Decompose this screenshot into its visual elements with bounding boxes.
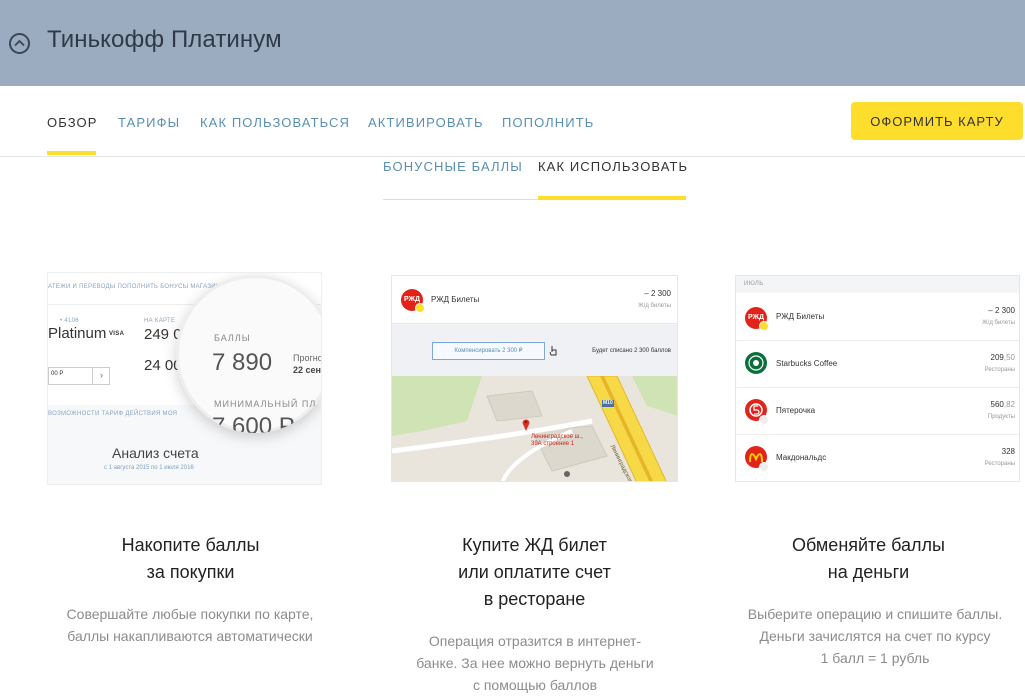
collapse-chevron-icon[interactable]: [9, 33, 30, 54]
bonus-coin-icon: [759, 462, 769, 472]
amount-decimal: ,82: [1003, 400, 1015, 409]
card-3-title-line-1: Обменяйте баллы: [792, 535, 945, 555]
card-1-text: Совершайте любые покупки по карте, баллы…: [40, 603, 340, 647]
hand-cursor-icon: [549, 346, 557, 356]
visa-logo: VISA: [109, 331, 125, 337]
compensate-panel: Компенсировать 2 300 ₽ Будет списано 2 3…: [392, 325, 677, 376]
card-number: • 4106: [60, 318, 79, 324]
card-name: Platinum: [48, 325, 107, 342]
subtabs: Бонусные баллы Как использовать: [383, 157, 688, 200]
card-2-text-line-2: банке. За нее можно вернуть деньги: [416, 655, 654, 671]
location-map: M10 Ленинградское ш., 39А строение 1 Лен…: [392, 376, 677, 481]
amount-input-value: 00 Р: [51, 371, 64, 377]
min-payment-label: МИНИМАЛЬНЫЙ ПЛАТ: [214, 399, 322, 409]
account-screenshot: АТЕЖИ И ПЕРЕВОДЫ ПОПОЛНИТЬ БОНУСЫ МАГАЗИ…: [47, 272, 322, 485]
starbucks-logo-icon: [745, 352, 767, 374]
card-3-title: Обменяйте баллы на деньги: [735, 532, 1002, 586]
list-item[interactable]: Макдональдс 328 Рестораны: [736, 435, 1019, 481]
card-3-text-line-3: 1 балл = 1 рубль: [820, 650, 930, 666]
operation-amount: 209,50: [991, 353, 1015, 362]
merchant-name: Пятерочка: [776, 406, 816, 415]
tabs-row: ВОЗМОЖНОСТИ ТАРИФ ДЕЙСТВИЯ МОЯ: [48, 411, 178, 417]
page-title: Тинькофф Платинум: [47, 26, 282, 53]
rzd-payment-screenshot: РЖД РЖД Билеты – 2 300 Ж/д билеты Компен…: [391, 275, 678, 482]
top-header: Тинькофф Платинум: [0, 0, 1025, 86]
list-item[interactable]: Starbucks Coffee 209,50 Рестораны: [736, 341, 1019, 388]
order-card-button[interactable]: Оформить карту: [851, 102, 1023, 140]
merchant-name: РЖД Билеты: [776, 312, 825, 321]
card-3-text-line-2: Деньги зачислятся на счет по курсу: [759, 628, 991, 644]
card-2-text-line-3: с помощью баллов: [472, 677, 598, 693]
operation-category: Рестораны: [984, 461, 1015, 467]
card-1-text-line-1: Совершайте любые покупки по карте,: [66, 606, 314, 622]
card-1-title: Накопите баллы за покупки: [47, 532, 334, 586]
bonus-coin-icon: [415, 303, 425, 313]
amount-integer: 560: [990, 400, 1004, 409]
amount-integer: 209: [990, 353, 1004, 362]
map-address-line-2: 39А строение 1: [531, 441, 575, 447]
card-2-title: Купите ЖД билет или оплатите счет в рест…: [391, 532, 678, 613]
subtab-bonus-points[interactable]: Бонусные баллы: [383, 159, 523, 174]
operation-amount: – 2 300: [988, 306, 1015, 315]
operations-list-screenshot: ИЮЛЬ РЖД РЖД Билеты – 2 300 Ж/д билеты S…: [735, 275, 1020, 482]
operation-category: Рестораны: [984, 367, 1015, 373]
operation-category: Ж/д билеты: [982, 320, 1015, 326]
merchant-name: РЖД Билеты: [431, 295, 480, 304]
min-payment-value: 7 600 Р: [212, 413, 295, 433]
list-item[interactable]: Пятерочка 560,82 Продукты: [736, 388, 1019, 435]
tab-tariffs[interactable]: Тарифы: [118, 115, 180, 130]
subtab-how-to-use[interactable]: Как использовать: [538, 159, 688, 174]
points-written-off: Будет списано 2 300 баллов: [592, 348, 671, 354]
forecast-date: 22 сен –: [293, 365, 321, 375]
forecast-label: Прогноз: [293, 353, 321, 363]
card-1-title-line-1: Накопите баллы: [121, 535, 260, 555]
card-2-title-line-3: в ресторане: [483, 589, 586, 609]
on-card-label: НА КАРТЕ: [144, 318, 176, 324]
menu-row: АТЕЖИ И ПЕРЕВОДЫ ПОПОЛНИТЬ БОНУСЫ МАГАЗИ…: [48, 284, 221, 290]
map-pin-icon[interactable]: [522, 418, 530, 431]
active-tab-indicator: [47, 151, 96, 155]
bonus-coin-icon: [759, 415, 769, 425]
points-value: 7 890: [212, 349, 273, 376]
merchant-name: Starbucks Coffee: [776, 359, 838, 368]
analysis-title: Анализ счета: [112, 445, 199, 461]
tab-overview[interactable]: Обзор: [47, 115, 98, 130]
card-2-title-line-2: или оплатите счет: [458, 562, 611, 582]
tab-top-up[interactable]: Пополнить: [502, 115, 594, 130]
operation-amount: – 2 300: [644, 289, 671, 298]
magnifier-loupe: БАЛЛЫ 7 890 Прогноз 22 сен – МИНИМАЛЬНЫЙ…: [176, 275, 322, 433]
compensate-button[interactable]: Компенсировать 2 300 ₽: [432, 342, 545, 360]
card-balance: 249 0: [144, 326, 182, 343]
map-address: Ленинградское ш., 39А строение 1: [531, 434, 583, 448]
active-subtab-indicator: [538, 196, 686, 200]
list-item[interactable]: РЖД РЖД Билеты – 2 300 Ж/д билеты: [736, 294, 1019, 341]
analysis-period: с 1 августа 2015 по 1 июля 2016: [104, 465, 194, 471]
operation-row: РЖД РЖД Билеты – 2 300 Ж/д билеты: [392, 276, 677, 324]
card-1-text-line-2: баллы накапливаются автоматически: [67, 628, 313, 644]
road-sign: M10: [603, 400, 613, 406]
card-3-text: Выберите операцию и спишите баллы. Деньг…: [725, 603, 1025, 669]
merchant-name: Макдональдс: [776, 453, 827, 462]
operation-amount: 328: [1001, 447, 1015, 456]
card-1-title-line-2: за покупки: [146, 562, 235, 582]
month-header: ИЮЛЬ: [736, 276, 1019, 293]
card-2-text-line-1: Операция отразится в интернет-: [428, 633, 642, 649]
card-3-text-line-1: Выберите операцию и спишите баллы.: [747, 606, 1003, 622]
map-address-line-1: Ленинградское ш.,: [531, 434, 583, 440]
operation-category: Ж/д билеты: [638, 303, 671, 309]
card-2-title-line-1: Купите ЖД билет: [462, 535, 607, 555]
bonus-coin-icon: [759, 321, 769, 331]
card-3-title-line-2: на деньги: [827, 562, 910, 582]
tab-activate[interactable]: Активировать: [368, 115, 484, 130]
points-label: БАЛЛЫ: [214, 333, 251, 343]
main-nav: Обзор Тарифы Как пользоваться Активирова…: [0, 86, 1025, 157]
chevron-right-icon[interactable]: ›: [92, 367, 110, 385]
map-graphic: [392, 376, 677, 481]
tab-how-to-use[interactable]: Как пользоваться: [200, 115, 350, 130]
card-2-text: Операция отразится в интернет- банке. За…: [385, 630, 685, 696]
operation-amount: 560,82: [991, 400, 1015, 409]
operation-category: Продукты: [987, 414, 1015, 420]
amount-decimal: ,50: [1003, 353, 1015, 362]
